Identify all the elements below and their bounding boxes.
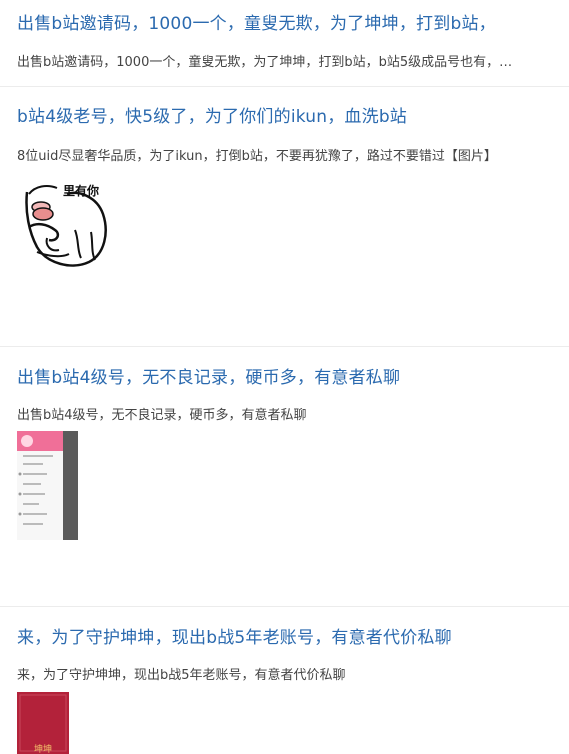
post-title-link[interactable]: 出售b站邀请码，1000一个，童叟无欺，为了坤坤，打到b站，: [17, 9, 496, 34]
post-thumbnail-meme[interactable]: 里有你: [17, 172, 117, 277]
post-title-link[interactable]: b站4级老号，快5级了，为了你们的ikun，血洗b站: [17, 102, 407, 127]
svg-text:坤坤: 坤坤: [34, 743, 52, 754]
meme-face-icon: 里有你: [17, 172, 117, 277]
app-screenshot-icon: [17, 431, 78, 540]
post-item[interactable]: 出售b站邀请码，1000一个，童叟无欺，为了坤坤，打到b站， 出售b站邀请码，1…: [0, 0, 569, 87]
post-thumbnail-screenshot[interactable]: [17, 431, 78, 540]
post-item[interactable]: 出售b站4级号，无不良记录，硬币多，有意者私聊 出售b站4级号，无不良记录，硬币…: [0, 347, 569, 607]
post-summary: 出售b站邀请码，1000一个，童叟无欺，为了坤坤，打到b站，b站5级成品号也有，…: [17, 55, 513, 70]
post-summary: 8位uid尽显奢华品质，为了ikun，打倒b站，不要再犹豫了，路过不要错过【图片…: [17, 149, 497, 164]
post-item[interactable]: 来，为了守护坤坤，现出b战5年老账号，有意者代价私聊 来，为了守护坤坤，现出b战…: [0, 607, 569, 754]
post-title-link[interactable]: 来，为了守护坤坤，现出b战5年老账号，有意者代价私聊: [17, 623, 452, 648]
post-item[interactable]: b站4级老号，快5级了，为了你们的ikun，血洗b站 8位uid尽显奢华品质，为…: [0, 87, 569, 347]
svg-text:里有你: 里有你: [63, 183, 99, 198]
post-thumbnail-card[interactable]: 坤坤: [17, 692, 69, 754]
red-card-icon: 坤坤: [17, 692, 69, 754]
post-title-link[interactable]: 出售b站4级号，无不良记录，硬币多，有意者私聊: [17, 363, 400, 388]
post-summary: 出售b站4级号，无不良记录，硬币多，有意者私聊: [17, 408, 307, 423]
post-summary: 来，为了守护坤坤，现出b战5年老账号，有意者代价私聊: [17, 668, 346, 683]
